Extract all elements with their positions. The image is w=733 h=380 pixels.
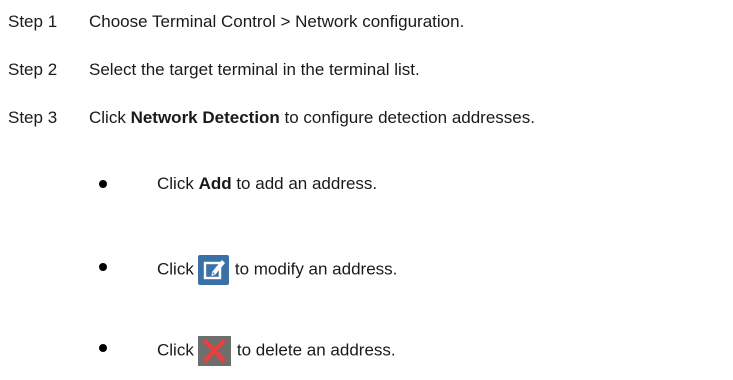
step-3-label: Step 3 (8, 108, 58, 127)
step-3-text: Click Network Detection to configure det… (89, 106, 535, 130)
bullet-dot (99, 180, 107, 188)
bullet-delete-prefix: Click (157, 340, 194, 360)
bullet-add-bold: Add (198, 174, 232, 193)
bullet-add-prefix: Click (157, 174, 199, 193)
bullet-dot (99, 263, 107, 271)
step-3-prefix: Click (89, 108, 131, 127)
bullet-delete-suffix: to delete an address. (236, 340, 396, 360)
step-1-text: Choose Terminal Control > Network config… (89, 12, 465, 31)
step-3-suffix: to configure detection addresses. (279, 108, 535, 127)
bullet-add-suffix: to add an address. (231, 174, 378, 193)
step-3-bold: Network Detection (130, 108, 280, 127)
edit-icon[interactable] (197, 255, 229, 285)
bullet-dot (99, 344, 107, 352)
step-2-text: Select the target terminal in the termin… (89, 60, 420, 79)
bullet-text: Click to delete an address. (157, 336, 396, 366)
step-1-label: Step 1 (8, 12, 58, 31)
bullet-modify-suffix: to modify an address. (234, 259, 398, 279)
delete-icon[interactable] (197, 336, 231, 366)
bullet-modify-prefix: Click (157, 259, 194, 279)
bullet-text: Click to modify an address. (157, 255, 397, 285)
bullet-text: Click Add to add an address. (157, 172, 377, 196)
step-2-label: Step 2 (8, 60, 58, 79)
